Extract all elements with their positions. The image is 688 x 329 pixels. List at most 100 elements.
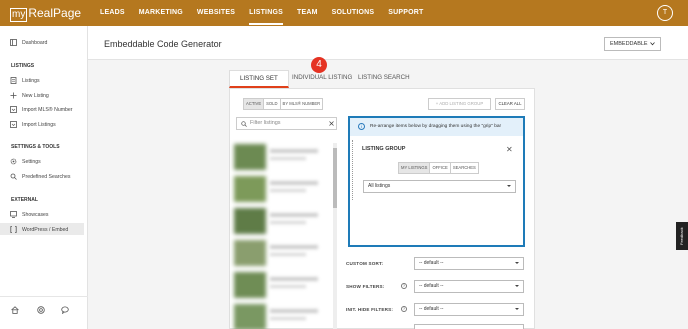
top-nav-bar: my RealPage LEADS MARKETING WEBSITES LIST… <box>0 0 688 26</box>
listing-thumbnail <box>234 208 266 234</box>
brackets-icon <box>10 226 17 233</box>
scope-searches-button[interactable]: SEARCHES <box>450 163 478 173</box>
init-hide-filters-label: INIT. HIDE FILTERS: <box>346 307 394 312</box>
feedback-tab[interactable]: Feedback <box>676 222 688 250</box>
mode-mls-button[interactable]: BY MLS® NUMBER <box>280 99 323 109</box>
custom-sort-select[interactable]: -- default -- <box>414 257 524 270</box>
tab-individual-listing[interactable]: INDIVIDUAL LISTING <box>292 70 352 88</box>
listing-thumbnail <box>234 240 266 266</box>
nav-leads[interactable]: LEADS <box>100 0 125 26</box>
nav-solutions[interactable]: SOLUTIONS <box>332 0 375 26</box>
scope-my-listings-button[interactable]: MY LISTINGS <box>399 163 431 173</box>
home-icon[interactable] <box>11 306 19 314</box>
sidebar-section-external: EXTERNAL <box>11 197 38 203</box>
group-listings-select[interactable]: All listings <box>363 180 516 193</box>
custom-sort-label: CUSTOM SORT: <box>346 261 384 266</box>
sidebar-item-label: WordPress / Embed <box>22 226 69 233</box>
listing-thumbnail <box>234 144 266 170</box>
logo[interactable]: my RealPage <box>10 5 84 22</box>
listing-filter-mode: ACTIVE SOLD BY MLS® NUMBER <box>243 98 324 110</box>
support-icon[interactable] <box>37 306 45 314</box>
list-item[interactable] <box>234 143 328 173</box>
plus-icon <box>10 92 17 99</box>
sidebar-item-listings[interactable]: Listings <box>10 77 40 84</box>
sidebar-item-settings[interactable]: Settings <box>10 158 41 165</box>
chevron-down-icon <box>515 308 519 310</box>
scope-office-button[interactable]: OFFICE <box>430 163 451 173</box>
sidebar-item-label: Predefined Searches <box>22 173 71 180</box>
sidebar-item-label: Dashboard <box>22 39 48 46</box>
grip-handle[interactable] <box>352 140 355 200</box>
close-icon[interactable] <box>329 121 334 126</box>
info-icon: i <box>358 123 365 130</box>
clear-all-button[interactable]: CLEAR ALL <box>495 98 525 110</box>
nav-listings[interactable]: LISTINGS <box>249 0 283 25</box>
import-icon <box>10 106 17 113</box>
help-icon[interactable]: ? <box>401 283 407 289</box>
sidebar-section-listings: LISTINGS <box>11 63 35 69</box>
main-nav: LEADS MARKETING WEBSITES LISTINGS TEAM S… <box>100 0 438 26</box>
help-icon[interactable]: ? <box>401 306 407 312</box>
sidebar-item-predefined-searches[interactable]: Predefined Searches <box>10 173 70 180</box>
listings-icon <box>10 77 17 84</box>
sidebar-item-label: Showcases <box>22 211 49 218</box>
sidebar-item-showcases[interactable]: Showcases <box>10 211 49 218</box>
chat-icon[interactable] <box>61 306 69 314</box>
list-item[interactable] <box>234 175 328 205</box>
filter-listings-input[interactable]: Filter listings <box>236 117 337 130</box>
sidebar-item-import-mls[interactable]: Import MLS® Number <box>10 106 73 113</box>
listing-thumbnail <box>234 272 266 298</box>
close-icon[interactable]: ✕ <box>506 145 513 154</box>
chevron-down-icon <box>507 185 511 187</box>
filter-placeholder: Filter listings <box>250 120 281 126</box>
sidebar-section-settings: SETTINGS & TOOLS <box>11 144 60 150</box>
avatar[interactable]: T <box>657 5 673 21</box>
chevron-down-icon <box>650 42 655 46</box>
sidebar-item-label: Listings <box>22 77 40 84</box>
init-hide-filters-select[interactable]: -- default -- <box>414 303 524 316</box>
sidebar-item-label: Settings <box>22 158 41 165</box>
dashboard-icon <box>10 39 17 46</box>
search-icon <box>10 173 17 180</box>
sidebar-item-wordpress-embed[interactable]: WordPress / Embed <box>10 226 68 233</box>
list-item[interactable] <box>234 207 328 237</box>
search-icon <box>241 121 247 127</box>
sidebar-item-import-listings[interactable]: Import Listings <box>10 121 56 128</box>
listing-thumbnail <box>234 304 266 329</box>
scrollbar-thumb[interactable] <box>333 148 337 208</box>
nav-websites[interactable]: WEBSITES <box>197 0 235 26</box>
add-listing-group-button[interactable]: + ADD LISTING GROUP <box>428 98 491 110</box>
nav-support[interactable]: SUPPORT <box>388 0 423 26</box>
sidebar-item-new-listing[interactable]: New Listing <box>10 92 49 99</box>
list-item[interactable] <box>234 271 328 301</box>
group-scope-toggle: MY LISTINGS OFFICE SEARCHES <box>398 162 479 174</box>
page-header: Embeddable Code Generator EMBEDDABLE <box>88 26 688 60</box>
list-item[interactable] <box>234 239 328 269</box>
tab-listing-set[interactable]: LISTING SET <box>229 70 289 88</box>
sidebar-item-label: Import Listings <box>22 121 56 128</box>
sidebar-item-dashboard[interactable]: Dashboard <box>10 39 47 46</box>
chevron-down-icon <box>515 285 519 287</box>
sidebar-footer <box>0 296 88 329</box>
show-filters-select[interactable]: -- default -- <box>414 280 524 293</box>
show-filters-label: SHOW FILTERS: <box>346 284 385 289</box>
next-field-select[interactable] <box>414 324 524 329</box>
mode-sold-button[interactable]: SOLD <box>264 99 281 109</box>
sidebar: Dashboard LISTINGS Listings New Listing … <box>0 26 88 329</box>
monitor-icon <box>10 211 17 218</box>
sidebar-item-label: Import MLS® Number <box>22 106 73 113</box>
embeddable-dropdown[interactable]: EMBEDDABLE <box>604 37 661 51</box>
listing-group-title: LISTING GROUP <box>362 146 406 152</box>
gear-icon <box>10 158 17 165</box>
tab-listing-search[interactable]: LISTING SEARCH <box>358 70 410 88</box>
list-item[interactable] <box>234 303 328 329</box>
nav-marketing[interactable]: MARKETING <box>139 0 183 26</box>
chevron-down-icon <box>515 262 519 264</box>
nav-team[interactable]: TEAM <box>297 0 318 26</box>
sidebar-item-label: New Listing <box>22 92 49 99</box>
listings-scrollbar[interactable] <box>333 143 337 329</box>
mode-active-button[interactable]: ACTIVE <box>244 99 265 109</box>
listing-thumbnail <box>234 176 266 202</box>
page-title: Embeddable Code Generator <box>104 39 222 49</box>
import-icon <box>10 121 17 128</box>
